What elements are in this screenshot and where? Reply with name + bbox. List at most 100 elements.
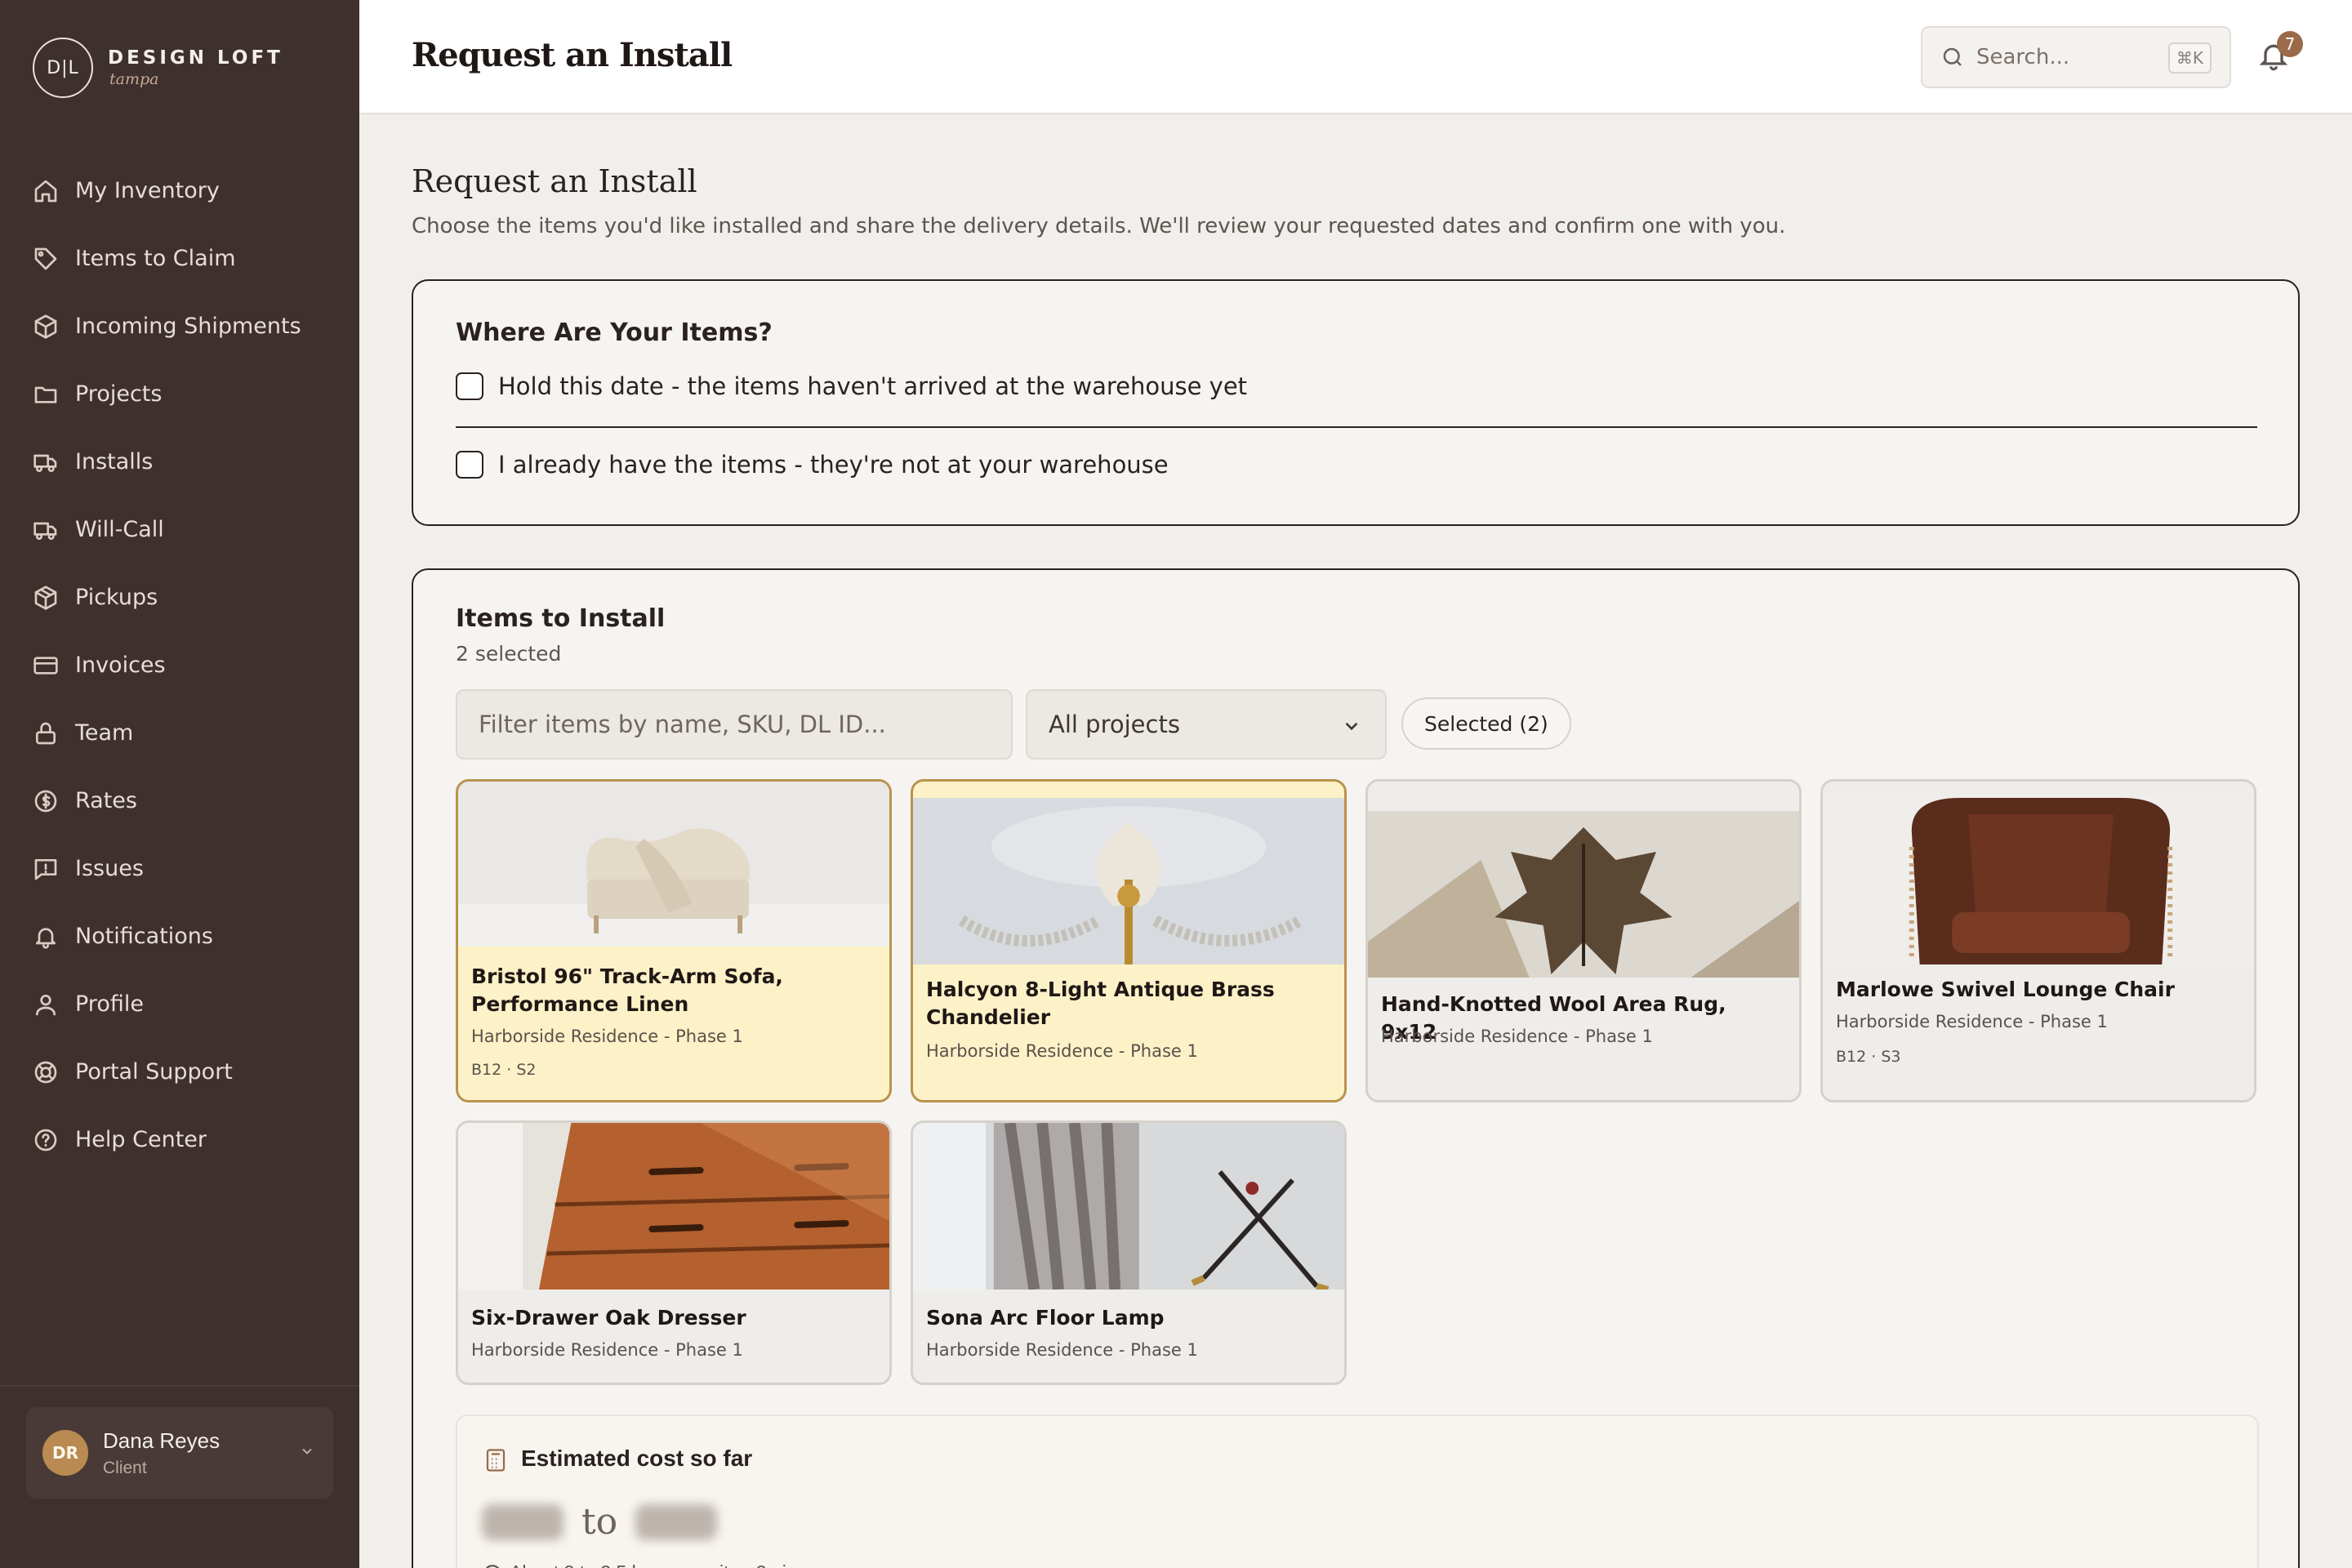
sofa-image — [458, 782, 889, 947]
avatar: DR — [42, 1430, 88, 1476]
item-card[interactable]: Hand-Knotted Wool Area Rug, 9x12 Harbors… — [1365, 779, 1802, 1102]
dresser-image — [458, 1123, 889, 1290]
hold-date-option[interactable]: Hold this date - the items haven't arriv… — [456, 372, 1247, 400]
message-alert-icon — [34, 858, 57, 880]
search-input[interactable]: Search... ⌘K — [1921, 26, 2231, 88]
sidebar-item-issues[interactable]: Issues — [0, 835, 359, 902]
logo-mark: D|L — [33, 38, 93, 98]
rug-image — [1368, 811, 1799, 978]
sidebar-item-label: Profile — [75, 991, 144, 1017]
sidebar-item-will-call[interactable]: Will-Call — [0, 496, 359, 564]
credit-card-icon — [33, 656, 58, 675]
sidebar: D|L DESIGN LOFT tampa My Inventory Items… — [0, 0, 359, 1568]
cost-max-redacted — [635, 1503, 718, 1540]
item-name: Halcyon 8-Light Antique Brass Chandelier — [926, 978, 1275, 1029]
chandelier-image — [913, 798, 1344, 964]
sidebar-item-items-to-claim[interactable]: Items to Claim — [0, 225, 359, 292]
sidebar-item-label: Notifications — [75, 924, 213, 949]
package-icon — [34, 314, 57, 339]
sidebar-item-incoming-shipments[interactable]: Incoming Shipments — [0, 292, 359, 360]
item-name: Marlowe Swivel Lounge Chair — [1836, 978, 2175, 1001]
folder-icon — [34, 386, 57, 403]
sidebar-item-label: Team — [75, 720, 134, 746]
where-items-card: Where Are Your Items? Hold this date - t… — [412, 279, 2300, 526]
brand-subtitle: tampa — [109, 70, 159, 88]
brand-logo[interactable]: D|L DESIGN LOFT tampa — [33, 38, 283, 98]
search-placeholder: Search... — [1976, 45, 2070, 69]
item-location: B12 · S3 — [1836, 1048, 1901, 1066]
sidebar-item-installs[interactable]: Installs — [0, 428, 359, 496]
item-card[interactable]: Bristol 96" Track-Arm Sofa, Performance … — [456, 779, 892, 1102]
item-project: Harborside Residence - Phase 1 — [1381, 1027, 1653, 1046]
sidebar-item-team[interactable]: Team — [0, 699, 359, 767]
item-card[interactable]: Marlowe Swivel Lounge Chair Harborside R… — [1820, 779, 2256, 1102]
item-name: Bristol 96" Track-Arm Sofa, Performance … — [471, 964, 783, 1016]
sidebar-item-invoices[interactable]: Invoices — [0, 631, 359, 699]
items-to-install-card: Items to Install 2 selected Filter items… — [412, 568, 2300, 1568]
item-name: Sona Arc Floor Lamp — [926, 1306, 1165, 1330]
sidebar-item-notifications[interactable]: Notifications — [0, 902, 359, 970]
tag-icon — [34, 247, 57, 270]
sidebar-item-portal-support[interactable]: Portal Support — [0, 1038, 359, 1106]
dollar-circle-icon — [34, 790, 57, 812]
truck-icon — [33, 454, 57, 472]
top-bar: Request an Install Search... ⌘K 7 — [359, 0, 2352, 114]
have-items-option[interactable]: I already have the items - they're not a… — [456, 451, 1169, 479]
sidebar-item-label: Pickups — [75, 585, 158, 610]
user-role: Client — [103, 1458, 147, 1477]
sidebar-item-help-center[interactable]: Help Center — [0, 1106, 359, 1174]
item-card[interactable]: Six-Drawer Oak Dresser Harborside Reside… — [456, 1120, 892, 1385]
sidebar-item-rates[interactable]: Rates — [0, 767, 359, 835]
search-icon — [1943, 47, 1962, 66]
estimated-cost-range: to — [482, 1501, 718, 1543]
calculator-icon — [486, 1449, 506, 1472]
user-menu[interactable]: DR Dana Reyes Client — [26, 1407, 333, 1499]
sidebar-item-label: Incoming Shipments — [75, 314, 301, 339]
sidebar-item-label: Items to Claim — [75, 246, 236, 271]
sidebar-item-label: Portal Support — [75, 1059, 233, 1085]
sidebar-divider — [0, 1385, 359, 1387]
sidebar-item-label: Projects — [75, 381, 163, 407]
notification-badge: 7 — [2277, 31, 2303, 57]
item-filter-input[interactable]: Filter items by name, SKU, DL ID... — [456, 689, 1013, 760]
sidebar-nav: My Inventory Items to Claim Incoming Shi… — [0, 157, 359, 1174]
home-icon — [34, 180, 57, 202]
sidebar-item-my-inventory[interactable]: My Inventory — [0, 157, 359, 225]
lock-icon — [36, 722, 56, 744]
chair-image — [1823, 798, 2254, 964]
filter-placeholder: Filter items by name, SKU, DL ID... — [479, 710, 886, 738]
item-project: Harborside Residence - Phase 1 — [471, 1027, 743, 1046]
selected-filter-pill[interactable]: Selected (2) — [1401, 697, 1571, 750]
project-filter-value: All projects — [1049, 710, 1180, 738]
item-project: Harborside Residence - Phase 1 — [1836, 1012, 2108, 1031]
floor-lamp-image — [913, 1123, 1344, 1290]
items-title: Items to Install — [456, 604, 666, 633]
item-project: Harborside Residence - Phase 1 — [926, 1340, 1198, 1360]
selected-count: 2 selected — [456, 642, 562, 666]
item-card[interactable]: Sona Arc Floor Lamp Harborside Residence… — [911, 1120, 1347, 1385]
item-project: Harborside Residence - Phase 1 — [471, 1340, 743, 1360]
sidebar-item-profile[interactable]: Profile — [0, 970, 359, 1038]
brand-name: DESIGN LOFT — [108, 47, 283, 69]
cost-range-separator: to — [581, 1501, 618, 1543]
page-title: Request an Install — [412, 36, 733, 74]
item-name: Six-Drawer Oak Dresser — [471, 1306, 746, 1330]
estimated-cost-title: Estimated cost so far — [521, 1446, 753, 1471]
hold-date-label: Hold this date - the items haven't arriv… — [498, 372, 1248, 400]
have-items-label: I already have the items - they're not a… — [498, 451, 1169, 479]
clock-icon — [485, 1565, 500, 1568]
sidebar-item-label: Will-Call — [75, 517, 164, 542]
item-card[interactable]: Halcyon 8-Light Antique Brass Chandelier… — [911, 779, 1347, 1102]
have-items-checkbox[interactable] — [456, 451, 483, 479]
chevron-down-icon — [1345, 722, 1358, 731]
sidebar-item-pickups[interactable]: Pickups — [0, 564, 359, 631]
item-project: Harborside Residence - Phase 1 — [926, 1041, 1198, 1061]
sidebar-item-label: Rates — [75, 788, 137, 813]
section-heading: Request an Install — [412, 163, 697, 199]
item-location: B12 · S2 — [471, 1061, 537, 1079]
estimated-cost-panel: Estimated cost so far to About 2 to 2.5 … — [456, 1414, 2259, 1568]
project-filter-select[interactable]: All projects — [1026, 689, 1387, 760]
hold-date-checkbox[interactable] — [456, 372, 483, 400]
help-circle-icon — [34, 1129, 57, 1151]
sidebar-item-projects[interactable]: Projects — [0, 360, 359, 428]
